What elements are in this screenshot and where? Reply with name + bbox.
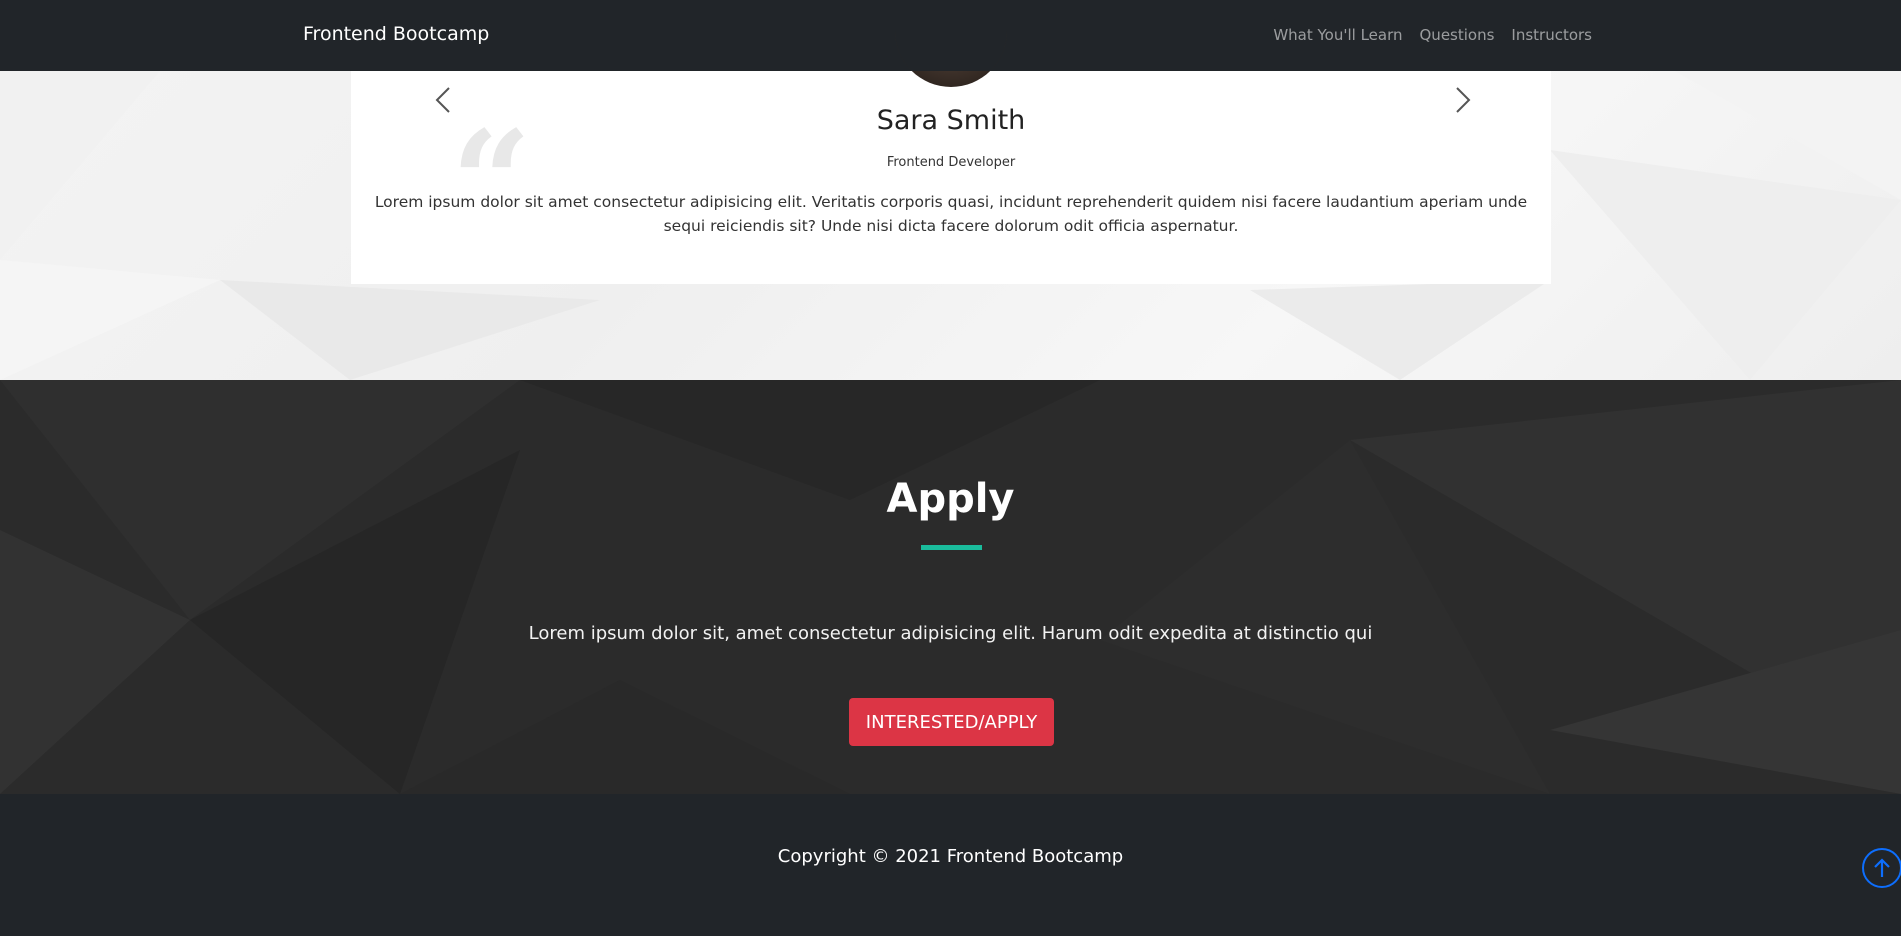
nav-link-what-youll-learn[interactable]: What You'll Learn [1273, 26, 1402, 44]
testimonial-card: “ Sara Smith Frontend Developer Lorem ip… [351, 71, 1551, 284]
copyright-text: Copyright © 2021 Frontend Bootcamp [777, 846, 1124, 867]
person-role: Frontend Developer [886, 155, 1016, 170]
footer: Copyright © 2021 Frontend Bootcamp [0, 794, 1901, 936]
apply-section: Apply Lorem ipsum dolor sit, amet consec… [0, 380, 1901, 794]
nav-link-instructors[interactable]: Instructors [1511, 26, 1592, 44]
interested-apply-button[interactable]: INTERESTED/APPLY [849, 698, 1054, 746]
arrow-up-circle-icon[interactable] [1862, 848, 1901, 888]
nav-links: What You'll Learn Questions Instructors [1273, 26, 1592, 44]
testimonial-quote: Lorem ipsum dolor sit amet consectetur a… [374, 193, 1528, 235]
person-name: Sara Smith [876, 105, 1026, 136]
apply-description: Lorem ipsum dolor sit, amet consectetur … [528, 623, 1373, 644]
title-underline [921, 545, 982, 550]
apply-title: Apply [886, 476, 1015, 522]
nav-link-questions[interactable]: Questions [1420, 26, 1495, 44]
brand-link[interactable]: Frontend Bootcamp [303, 23, 489, 45]
